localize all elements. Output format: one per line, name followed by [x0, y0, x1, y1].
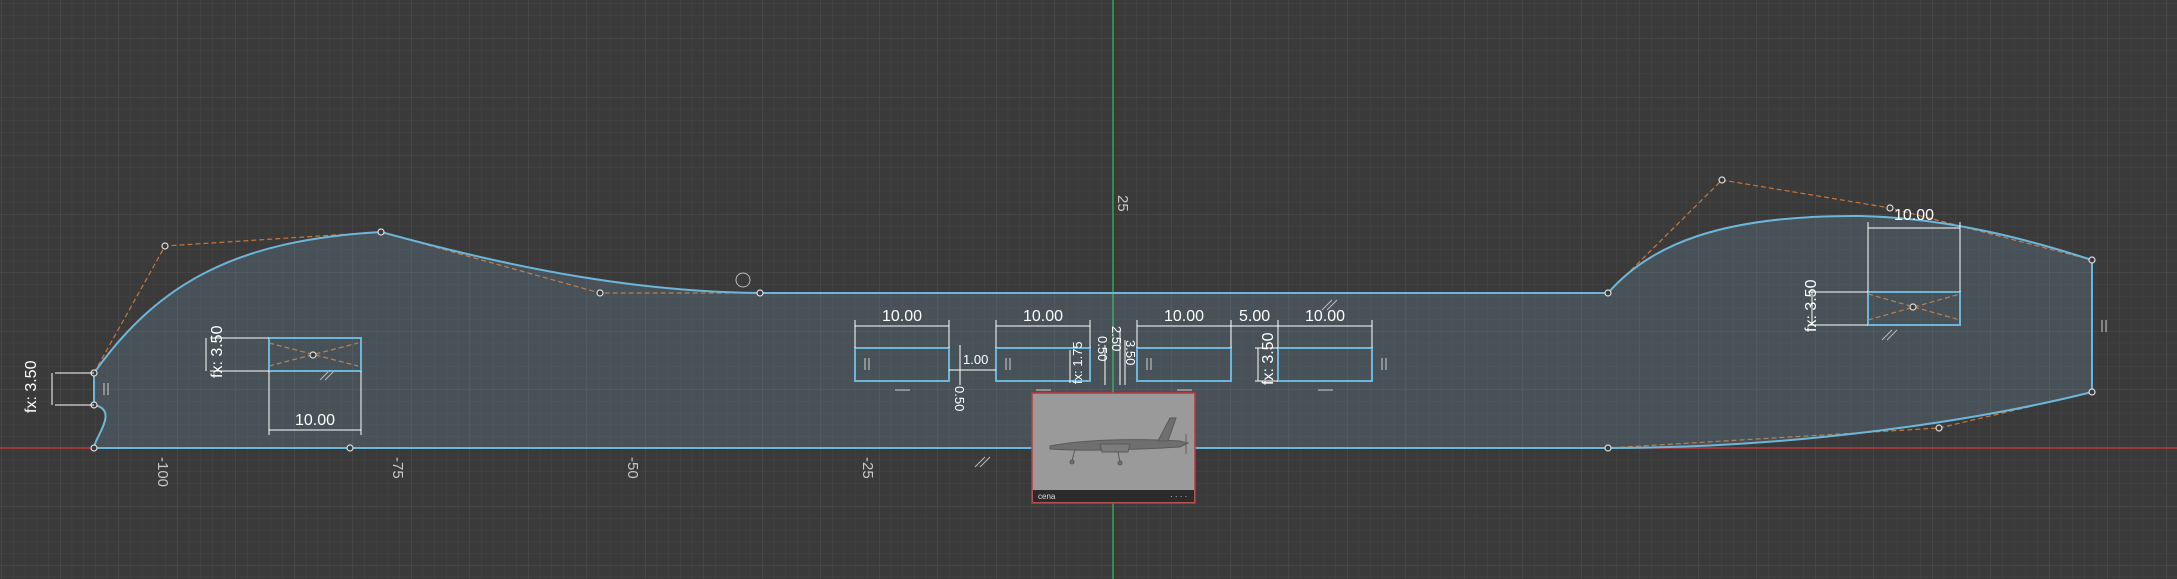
dim-right-fx[interactable]: fx: 3.50	[1803, 279, 1820, 332]
axis-label-y-25: 25	[1114, 195, 1131, 212]
dim-top-5[interactable]: 10.00	[1305, 308, 1345, 325]
dim-gap-small-1[interactable]: 0.50	[952, 386, 967, 411]
dim-mid-stack-3[interactable]: 3.50	[1123, 340, 1138, 365]
dim-gap-small-2[interactable]: 1.00	[963, 352, 988, 367]
dim-top-4[interactable]: 5.00	[1239, 308, 1270, 325]
dim-left-fx[interactable]: fx: 3.50	[23, 360, 40, 413]
axis-label-x-neg25: -25	[859, 457, 876, 479]
dim-mid-fx-1[interactable]: fx: 1.75	[1070, 341, 1085, 384]
axis-label-x-neg50: -50	[624, 457, 641, 479]
dim-left-rect-fx[interactable]: fx: 3.50	[209, 325, 226, 378]
axis-label-x-neg100: -100	[154, 457, 171, 487]
axis-label-x-neg75: -75	[389, 457, 406, 479]
dim-mid-stack-2[interactable]: 2.50	[1109, 326, 1124, 351]
sketch-canvas[interactable]: -100 -75 -50 -25 25 fx: 3.50 fx: 3.50 10…	[0, 0, 2177, 579]
dim-top-3[interactable]: 10.00	[1164, 308, 1204, 325]
canvas-image-footer: · · · ·	[1170, 492, 1187, 501]
canvas-image-label: cena	[1038, 492, 1056, 501]
dim-mid-fx-2[interactable]: fx: 3.50	[1260, 332, 1277, 385]
dim-top-1[interactable]: 10.00	[882, 308, 922, 325]
canvas-reference-image[interactable]: cena · · · ·	[1031, 392, 1196, 504]
dim-top-2[interactable]: 10.00	[1023, 308, 1063, 325]
dim-mid-stack-1[interactable]: 0.50	[1095, 336, 1110, 361]
dim-left-rect-width[interactable]: 10.00	[295, 412, 335, 429]
dim-right-width[interactable]: 10.00	[1894, 207, 1934, 224]
